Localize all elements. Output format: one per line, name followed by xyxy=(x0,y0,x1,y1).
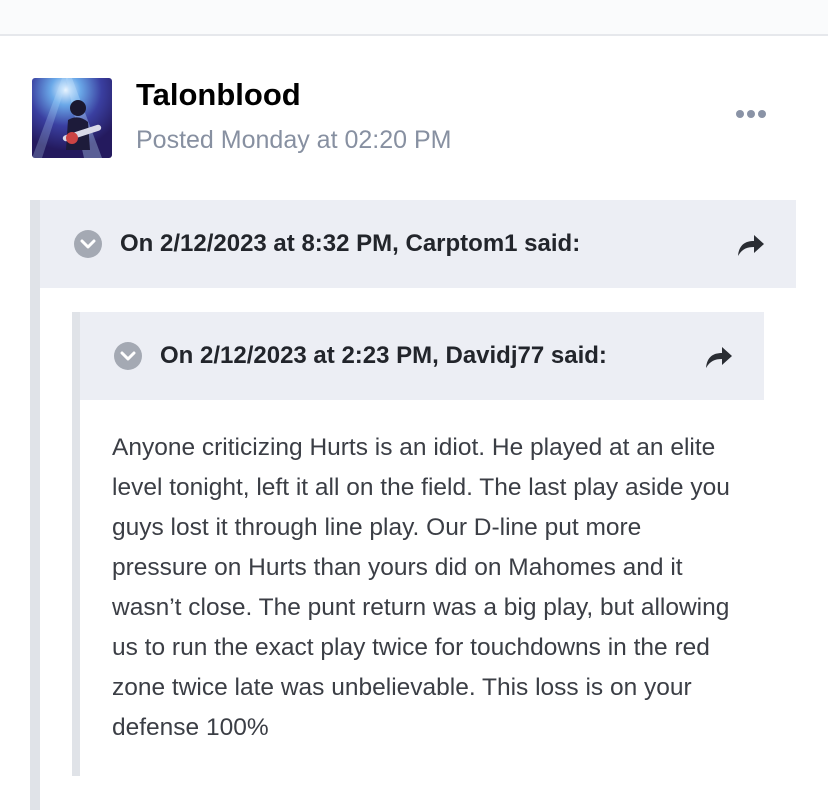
quote-header-inner: On 2/12/2023 at 2:23 PM, Davidj77 said: xyxy=(80,312,764,400)
post-author[interactable]: Talonblood xyxy=(136,76,301,114)
dot xyxy=(736,110,744,118)
chevron-down-icon[interactable] xyxy=(74,230,102,258)
ellipsis-icon[interactable] xyxy=(736,104,776,124)
quote-block-inner: On 2/12/2023 at 2:23 PM, Davidj77 said: … xyxy=(72,312,772,776)
chevron-down-icon[interactable] xyxy=(114,342,142,370)
avatar[interactable] xyxy=(32,78,112,158)
dot xyxy=(758,110,766,118)
share-arrow-icon[interactable] xyxy=(736,232,766,258)
quote-header-outer: On 2/12/2023 at 8:32 PM, Carptom1 said: xyxy=(40,200,796,288)
quote-body-text: Anyone criticizing Hurts is an idiot. He… xyxy=(112,434,730,741)
top-bar xyxy=(0,0,828,36)
share-arrow-icon[interactable] xyxy=(704,344,734,370)
post-timestamp: Posted Monday at 02:20 PM xyxy=(136,126,452,154)
quote-header-text: On 2/12/2023 at 2:23 PM, Davidj77 said: xyxy=(160,342,607,369)
avatar-image xyxy=(32,78,112,158)
quote-header-text: On 2/12/2023 at 8:32 PM, Carptom1 said: xyxy=(120,230,581,257)
dot xyxy=(747,110,755,118)
